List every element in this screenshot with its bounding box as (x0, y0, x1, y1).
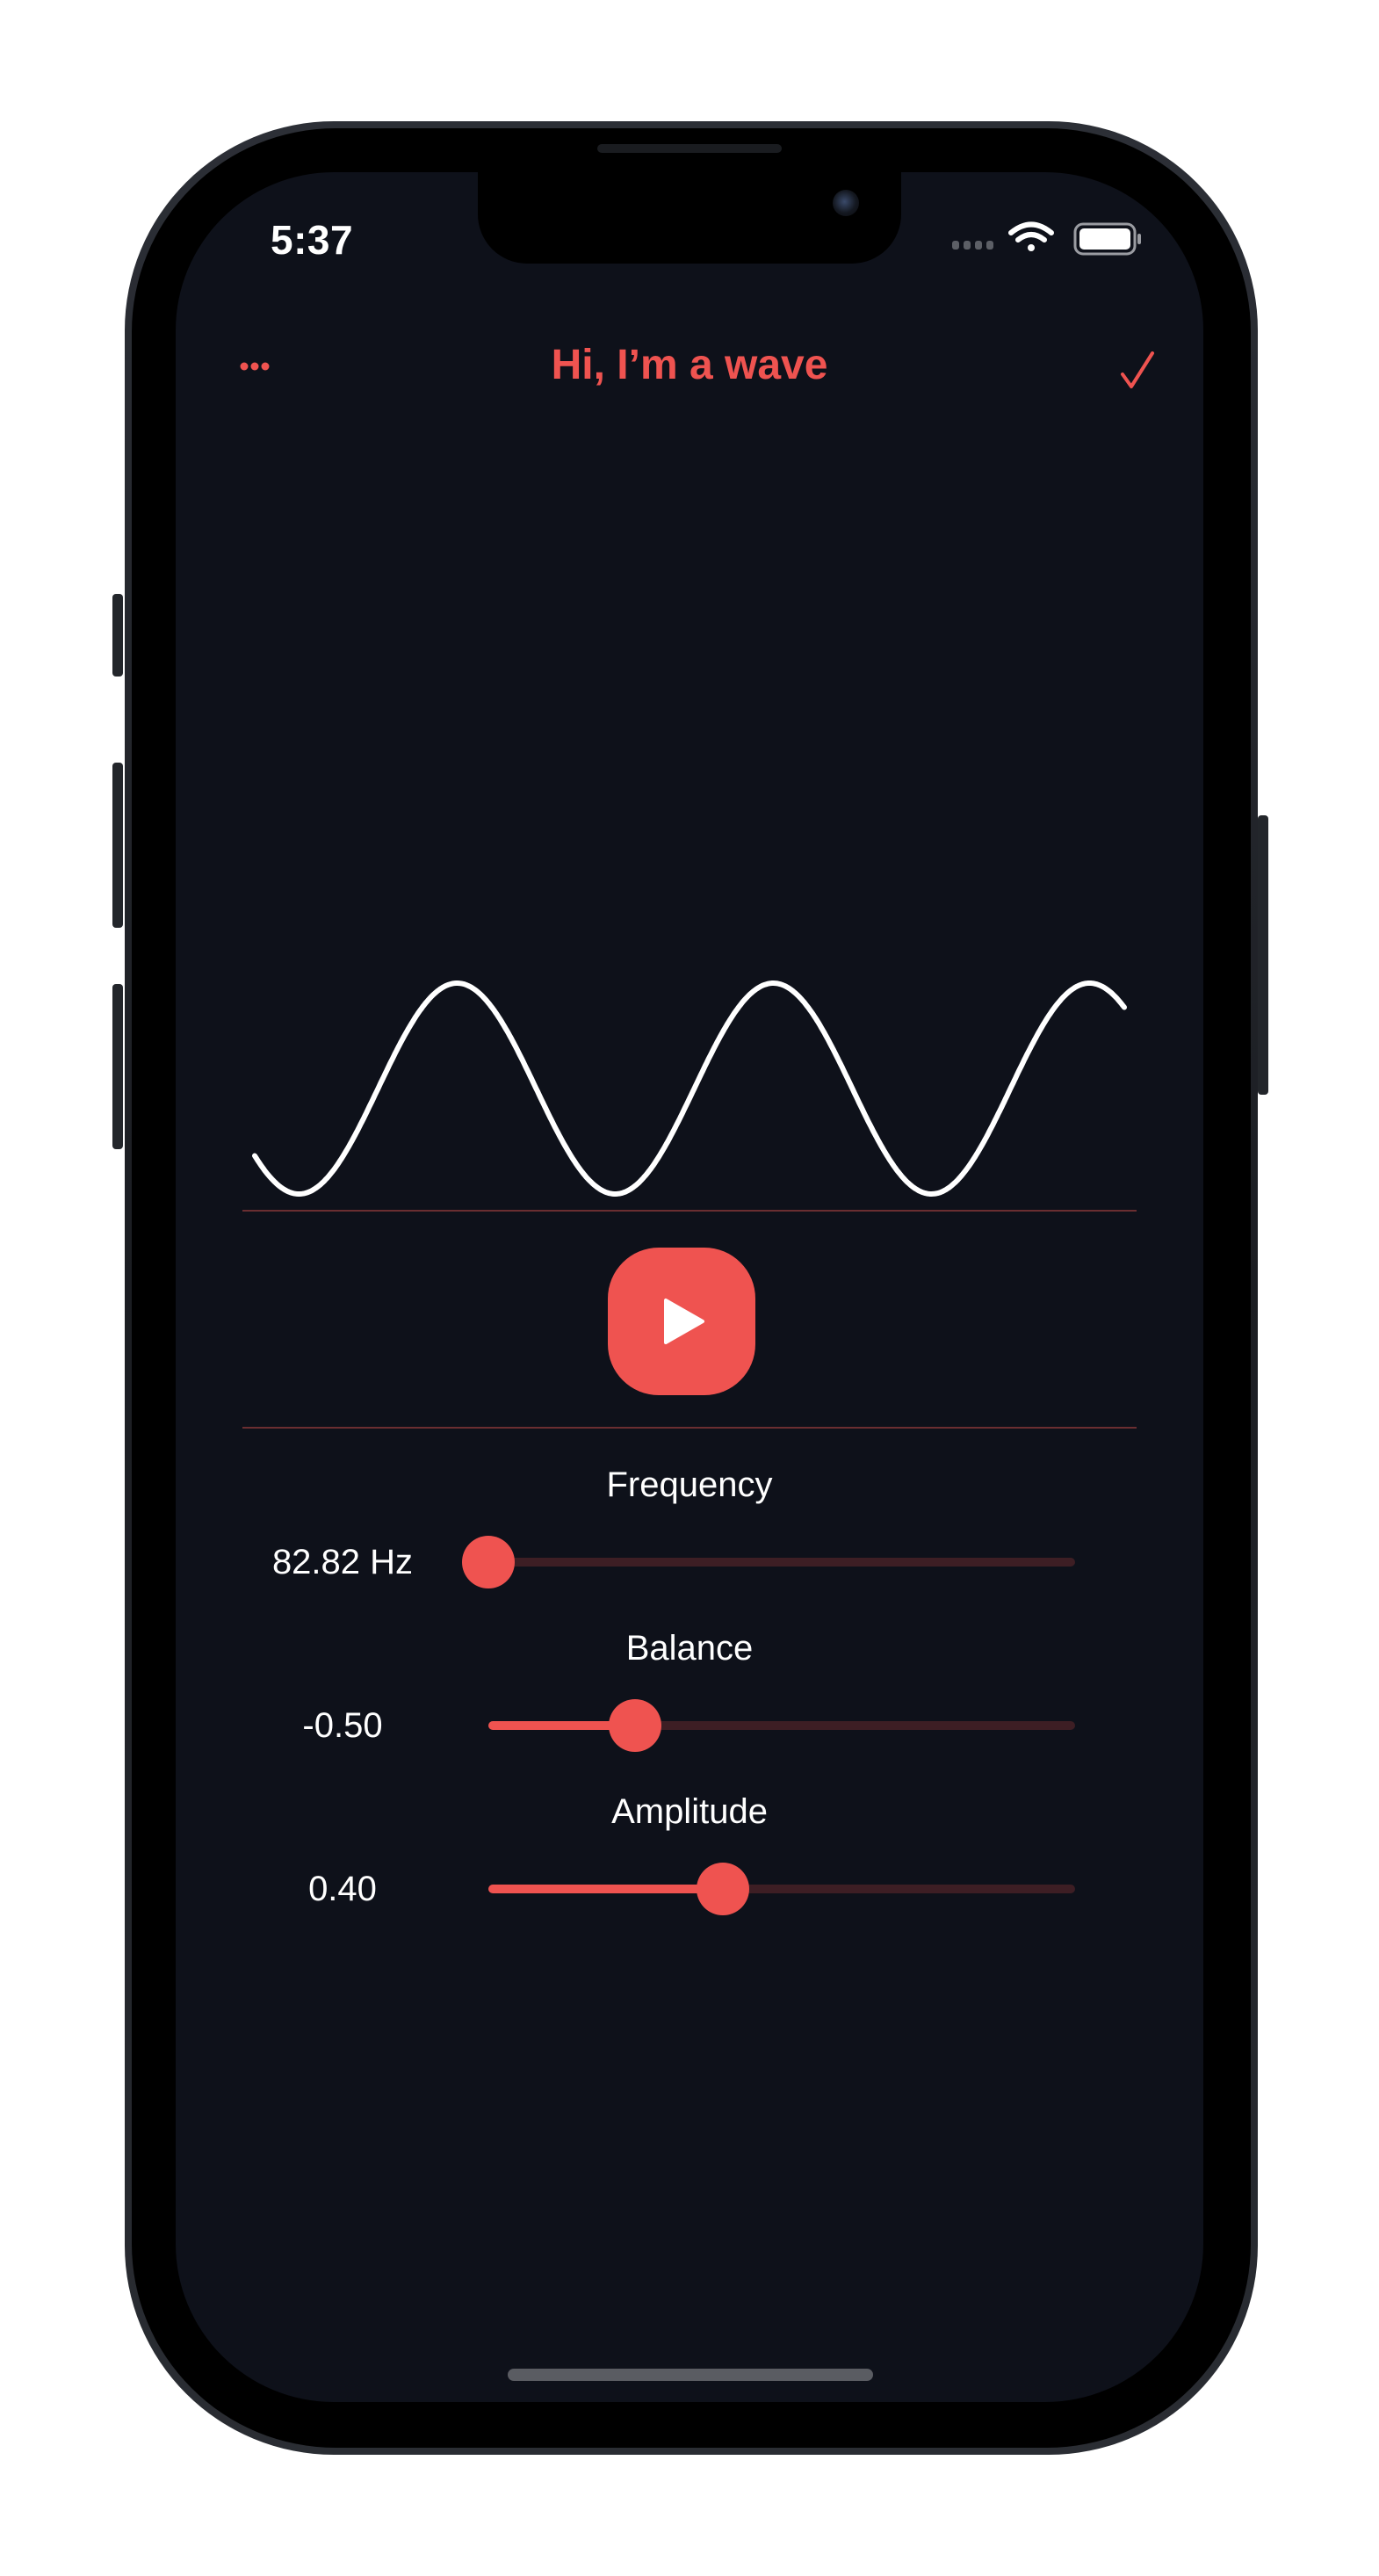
page-title: Hi, I’m a wave (551, 342, 828, 388)
cellular-signal-icon (952, 241, 993, 250)
checkmark-icon (1121, 351, 1154, 388)
amplitude-label: Amplitude (611, 1792, 768, 1831)
frequency-label: Frequency (606, 1465, 773, 1504)
wifi-icon (1008, 221, 1054, 251)
slider-track (488, 1558, 1075, 1567)
balance-value: -0.50 (302, 1706, 383, 1745)
slider-thumb[interactable] (697, 1863, 750, 1915)
slider-thumb[interactable] (462, 1536, 515, 1588)
slider-fill (488, 1885, 724, 1893)
home-indicator[interactable] (508, 2369, 873, 2381)
divider-bottom (242, 1427, 1137, 1429)
front-camera (833, 190, 859, 216)
mute-switch (112, 594, 123, 677)
sine-wave (252, 980, 1127, 1197)
amplitude-value: 0.40 (308, 1870, 377, 1908)
balance-slider[interactable] (488, 1699, 1075, 1752)
play-button[interactable] (608, 1248, 755, 1395)
status-time: 5:37 (271, 217, 354, 263)
volume-down-button (112, 984, 123, 1149)
amplitude-slider[interactable] (488, 1863, 1075, 1915)
battery-icon (1073, 222, 1141, 256)
power-button (1258, 815, 1268, 1095)
earpiece-speaker (597, 144, 782, 153)
frequency-value: 82.82 Hz (271, 1543, 414, 1581)
notch (478, 172, 901, 264)
volume-up-button (112, 763, 123, 928)
frequency-slider[interactable] (462, 1536, 1075, 1588)
slider-thumb[interactable] (609, 1699, 661, 1752)
divider-top (242, 1210, 1137, 1212)
balance-label: Balance (625, 1629, 754, 1668)
status-icons (952, 220, 1154, 258)
done-button[interactable] (1114, 346, 1163, 395)
app-screen: 5:37 Hi, I’m a wave Frequency 82.82 Hz B… (176, 172, 1203, 2402)
play-icon (664, 1299, 704, 1344)
